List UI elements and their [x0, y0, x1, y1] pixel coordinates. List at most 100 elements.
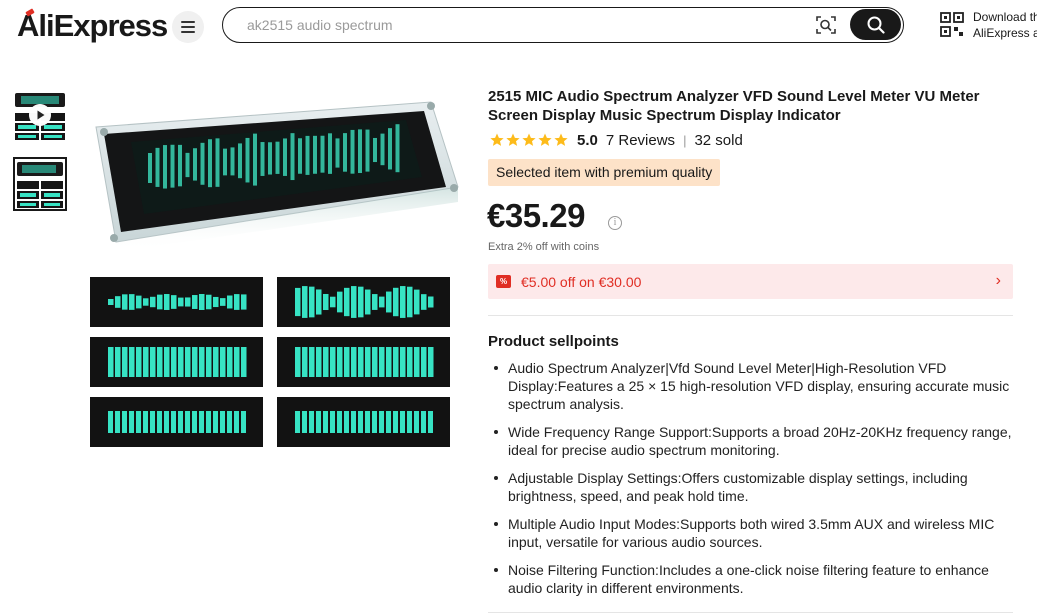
vfd-bar [313, 135, 317, 174]
vfd-bar [295, 411, 300, 433]
vfd-bar [323, 293, 329, 311]
vfd-bar [386, 347, 392, 377]
vfd-bar [206, 347, 212, 377]
vfd-bar [302, 286, 308, 318]
vfd-bar [213, 411, 218, 433]
vfd-bar [143, 347, 149, 377]
sellpoint-item: Multiple Audio Input Modes:Supports both… [488, 515, 1013, 551]
vfd-bar [108, 347, 114, 377]
menu-button[interactable] [172, 11, 204, 43]
sellpoint-item: Noise Filtering Function:Includes a one-… [488, 561, 1013, 597]
vfd-bar [283, 138, 287, 176]
aliexpress-logo[interactable]: AliExpress [17, 8, 168, 44]
vfd-bar [178, 411, 183, 433]
star-icon [538, 133, 552, 146]
price: €35.29 [487, 197, 585, 234]
vfd-bar [343, 133, 347, 172]
vfd-bar [379, 347, 385, 377]
vfd-bar [122, 294, 128, 310]
vfd-bar [365, 347, 371, 377]
vfd-bar [351, 411, 356, 433]
vfd-bar [143, 298, 149, 306]
vfd-bar [234, 294, 240, 310]
vfd-bar [213, 347, 219, 377]
download-line-1: Download the [973, 10, 1037, 24]
vfd-bar [171, 411, 176, 433]
vfd-bar [157, 294, 163, 310]
vfd-bar [302, 347, 308, 377]
vfd-bar [400, 347, 406, 377]
vfd-bar [428, 296, 434, 308]
vfd-bar [223, 148, 227, 176]
download-line-2: AliExpress app [973, 26, 1037, 40]
vfd-bar [206, 294, 212, 310]
vfd-bar [393, 287, 399, 317]
rating-row: 5.0 7 Reviews | 32 sold [488, 131, 743, 149]
star-icon [490, 133, 504, 146]
search-button[interactable] [850, 9, 901, 40]
vfd-bar [163, 145, 167, 189]
vfd-bar [155, 147, 160, 187]
vfd-bar [129, 294, 135, 310]
vfd-bar [185, 347, 191, 377]
vfd-bar [421, 411, 426, 433]
vfd-bar [122, 347, 128, 377]
vfd-bar [365, 289, 371, 315]
vfd-bar [330, 411, 335, 433]
reviews-link[interactable]: 7 Reviews [606, 132, 675, 149]
vfd-bar [316, 411, 321, 433]
vfd-bar [309, 286, 315, 318]
vfd-bar [428, 411, 433, 433]
vfd-bar [358, 411, 363, 433]
vfd-bar [241, 347, 247, 377]
sellpoint-item: Wide Frequency Range Support:Supports a … [488, 423, 1013, 459]
vfd-bar [407, 411, 412, 433]
vfd-bar [108, 299, 114, 305]
qr-code-icon[interactable] [940, 12, 964, 38]
vfd-bar [136, 295, 142, 309]
vfd-bar [170, 144, 175, 188]
vfd-bar [358, 286, 364, 318]
coupon-icon: % [496, 275, 511, 288]
download-app-link[interactable]: Download the AliExpress app [973, 9, 1037, 41]
product-title: 2515 MIC Audio Spectrum Analyzer VFD Sou… [488, 88, 980, 124]
vfd-bar [185, 152, 190, 178]
vfd-bar [115, 347, 121, 377]
vfd-bar [143, 411, 148, 433]
vfd-bar [380, 133, 385, 166]
main-product-image[interactable] [86, 92, 466, 462]
vfd-bar [344, 287, 350, 317]
rating-score: 5.0 [577, 131, 598, 149]
vfd-bar [414, 411, 419, 433]
vfd-bar [358, 347, 364, 377]
vfd-bar [351, 347, 357, 377]
vfd-bar [178, 144, 182, 187]
play-icon[interactable] [29, 104, 51, 126]
search-input[interactable] [247, 16, 807, 34]
image-search-icon[interactable] [815, 15, 837, 35]
vfd-bar [393, 347, 399, 377]
thumbnail-video[interactable] [13, 88, 67, 142]
vfd-bar [115, 411, 120, 433]
coupon-banner[interactable]: % €5.00 off on €30.00 › [488, 264, 1013, 299]
vfd-bar [344, 347, 350, 377]
vfd-bar [157, 411, 162, 433]
vfd-bar [386, 411, 391, 433]
thumbnail-image [15, 159, 65, 209]
star-icon [554, 133, 568, 146]
search-icon [867, 16, 885, 34]
thumbnail-selected[interactable] [13, 157, 67, 211]
info-icon[interactable]: i [608, 216, 622, 230]
vfd-bar [220, 347, 226, 377]
vfd-bar [372, 411, 377, 433]
vfd-bar [206, 411, 211, 433]
star-rating [490, 133, 568, 147]
vfd-bar [302, 411, 307, 433]
premium-badge: Selected item with premium quality [488, 159, 721, 186]
search-bar [222, 7, 904, 43]
vfd-bar [365, 411, 370, 433]
vfd-bar [320, 135, 325, 173]
logo-text: AliExpress [17, 8, 168, 43]
vfd-bar [407, 347, 413, 377]
vfd-bar [386, 291, 392, 313]
